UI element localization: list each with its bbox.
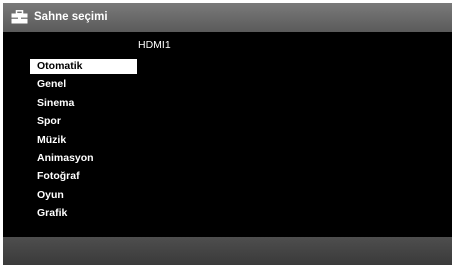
header-bar: Sahne seçimi <box>3 3 452 32</box>
menu-item-grafik[interactable]: Grafik <box>30 206 137 221</box>
menu-item-fotograf[interactable]: Fotoğraf <box>30 169 137 184</box>
scene-menu: Otomatik Genel Sinema Spor Müzik Animasy… <box>30 59 137 225</box>
menu-item-otomatik[interactable]: Otomatik <box>30 59 137 74</box>
menu-item-muzik[interactable]: Müzik <box>30 133 137 148</box>
menu-item-oyun[interactable]: Oyun <box>30 188 137 203</box>
toolbox-icon <box>11 10 28 24</box>
menu-item-spor[interactable]: Spor <box>30 114 137 129</box>
menu-item-animasyon[interactable]: Animasyon <box>30 151 137 166</box>
menu-item-genel[interactable]: Genel <box>30 77 137 92</box>
footer-bar <box>3 237 452 265</box>
page-title: Sahne seçimi <box>34 11 108 23</box>
scene-select-screen: Sahne seçimi HDMI1 Otomatik Genel Sinema… <box>3 3 452 265</box>
menu-item-sinema[interactable]: Sinema <box>30 96 137 111</box>
input-source-label: HDMI1 <box>138 39 171 51</box>
